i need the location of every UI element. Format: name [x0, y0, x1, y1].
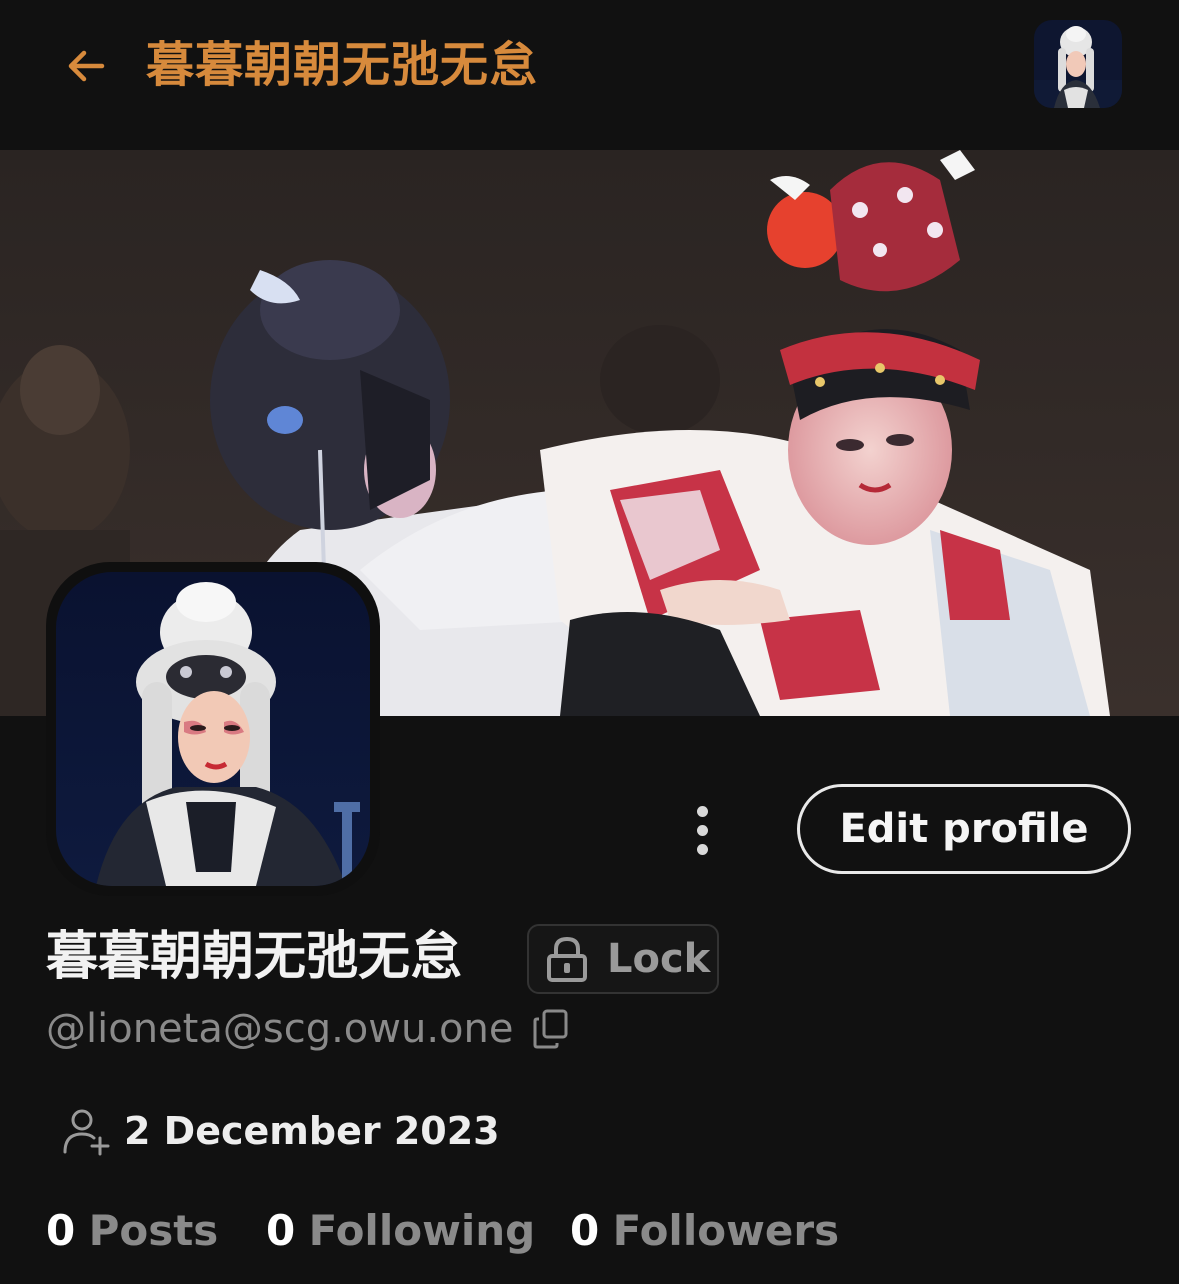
arrow-left-icon	[68, 50, 105, 82]
back-button[interactable]	[56, 36, 116, 96]
stat-posts[interactable]: 0 Posts	[46, 1206, 218, 1255]
account-handle: @lioneta@scg.owu.one	[46, 1006, 514, 1052]
profile-page: 暮暮朝朝无弛无怠 Edit profile 暮暮朝朝无弛无怠 Lock @lio…	[0, 0, 1179, 1284]
stat-label: Followers	[612, 1206, 840, 1255]
stat-following[interactable]: 0 Following	[266, 1206, 535, 1255]
more-options-button[interactable]	[680, 800, 724, 860]
handle-row: @lioneta@scg.owu.one	[46, 1006, 571, 1052]
joined-date: 2 December 2023	[124, 1109, 500, 1153]
locked-account-badge: Lock	[527, 924, 719, 994]
stat-label: Posts	[88, 1206, 219, 1255]
edit-profile-button[interactable]: Edit profile	[797, 784, 1131, 874]
stat-count: 0	[266, 1206, 296, 1255]
stat-followers[interactable]: 0 Followers	[570, 1206, 839, 1255]
stat-count: 0	[570, 1206, 600, 1255]
header-title: 暮暮朝朝无弛无怠	[146, 37, 539, 93]
stat-count: 0	[46, 1206, 76, 1255]
user-plus-icon	[63, 1109, 110, 1156]
copy-icon	[533, 1009, 568, 1049]
copy-handle-button[interactable]	[531, 1007, 571, 1051]
header-avatar[interactable]	[1034, 20, 1122, 108]
more-vertical-icon	[696, 805, 708, 817]
top-bar: 暮暮朝朝无弛无怠	[0, 0, 1179, 150]
profile-avatar[interactable]	[46, 562, 380, 896]
lock-label: Lock	[607, 936, 711, 982]
stat-label: Following	[308, 1206, 536, 1255]
joined-date-row: 2 December 2023	[60, 1106, 500, 1156]
display-name: 暮暮朝朝无弛无怠	[46, 927, 463, 987]
lock-icon	[547, 936, 587, 982]
